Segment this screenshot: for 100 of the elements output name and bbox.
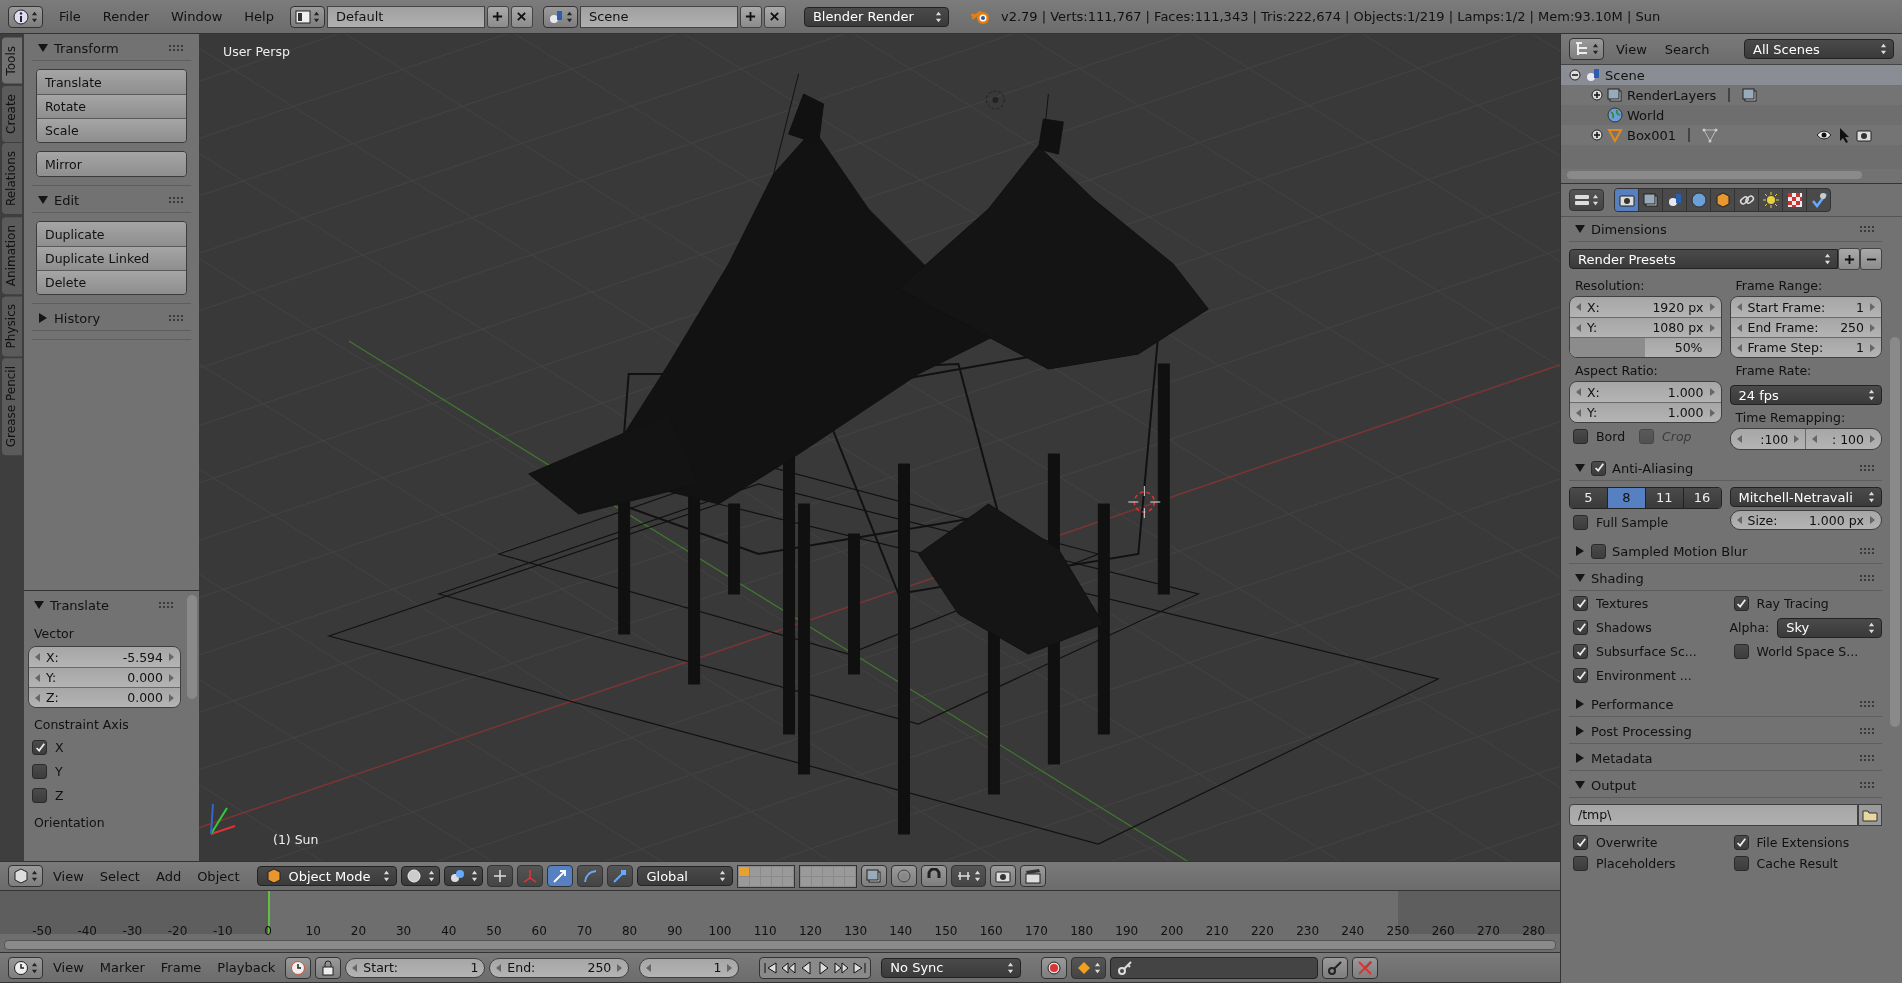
increment-arrow-icon[interactable] xyxy=(1870,516,1875,524)
number-field[interactable]: : 100 xyxy=(1805,429,1881,449)
decrement-arrow-icon[interactable] xyxy=(496,963,502,972)
keying-set-field[interactable] xyxy=(1110,956,1319,979)
panel-title[interactable]: Dimensions xyxy=(1591,221,1667,237)
panel-title[interactable]: Sampled Motion Blur xyxy=(1612,543,1748,559)
delete-keyframe-button[interactable] xyxy=(1352,956,1379,979)
manipulator-toggle[interactable] xyxy=(487,865,514,887)
drag-grip-icon[interactable] xyxy=(1860,226,1874,232)
snap-button[interactable] xyxy=(921,865,948,887)
folder-browse-button[interactable] xyxy=(1858,804,1882,826)
layers-icon[interactable] xyxy=(1742,87,1759,103)
tool-button[interactable]: Rotate xyxy=(37,94,186,118)
collapse-triangle-icon[interactable] xyxy=(34,600,44,610)
drag-grip-icon[interactable] xyxy=(1860,701,1874,707)
tool-button[interactable]: Duplicate xyxy=(37,222,186,246)
increment-arrow-icon[interactable] xyxy=(169,653,174,661)
checkbox[interactable] xyxy=(1591,460,1606,476)
checkbox[interactable] xyxy=(1573,835,1588,850)
delete-scene-button[interactable] xyxy=(763,5,786,28)
drag-grip-icon[interactable] xyxy=(169,45,183,51)
expand-triangle-icon[interactable] xyxy=(1575,699,1585,709)
lock-button[interactable] xyxy=(315,956,342,979)
sample-count-button[interactable]: 8 xyxy=(1606,488,1645,508)
drag-grip-icon[interactable] xyxy=(1860,548,1874,554)
tool-button[interactable]: Delete xyxy=(37,270,186,294)
checkbox[interactable] xyxy=(1573,515,1588,530)
decrement-arrow-icon[interactable] xyxy=(1736,435,1742,443)
number-field[interactable]: Y: 0.000 xyxy=(29,667,180,687)
decrement-arrow-icon[interactable] xyxy=(35,653,40,661)
increment-arrow-icon[interactable] xyxy=(169,693,174,702)
editor-type-button[interactable] xyxy=(1569,38,1604,60)
camera-icon[interactable] xyxy=(1856,127,1872,143)
number-field[interactable]: Y: 1.000 xyxy=(1570,402,1721,422)
sync-mode-dropdown[interactable]: No Sync xyxy=(881,957,1022,978)
drag-grip-icon[interactable] xyxy=(1860,782,1874,788)
number-field[interactable]: X: 1920 px xyxy=(1570,297,1721,317)
collapse-triangle-icon[interactable] xyxy=(1575,463,1585,473)
outliner-row[interactable]: Scene xyxy=(1561,65,1902,85)
scrollbar[interactable] xyxy=(1890,337,1900,727)
expand-icon[interactable] xyxy=(1591,89,1603,101)
decrement-arrow-icon[interactable] xyxy=(1576,303,1581,311)
increment-arrow-icon[interactable] xyxy=(1709,388,1715,396)
preview-range-button[interactable] xyxy=(285,956,312,979)
end-frame-field[interactable]: End: 250 xyxy=(489,957,630,978)
menu-item[interactable]: Object xyxy=(191,868,246,884)
record-button[interactable] xyxy=(1041,956,1068,979)
interaction-mode-dropdown[interactable]: Object Mode xyxy=(257,866,398,886)
render-engine-dropdown[interactable]: Blender Render xyxy=(803,6,949,27)
display-mode-dropdown[interactable]: All Scenes xyxy=(1744,39,1894,59)
start-frame-field[interactable]: Start: 1 xyxy=(345,957,486,978)
lock-layers-button[interactable] xyxy=(861,865,888,887)
checkbox[interactable] xyxy=(1573,620,1588,635)
checkbox[interactable] xyxy=(32,764,47,779)
menu-item[interactable]: Frame xyxy=(154,960,208,975)
panel-title[interactable]: Post Processing xyxy=(1591,723,1692,739)
panel-title[interactable]: Transform xyxy=(54,40,119,56)
sample-count-button[interactable]: 16 xyxy=(1682,488,1721,508)
panel-title[interactable]: Edit xyxy=(54,192,80,208)
expand-icon[interactable] xyxy=(1591,129,1603,141)
3d-viewport[interactable]: User Persp (1) Sun xyxy=(199,34,1560,861)
info-editor-button[interactable] xyxy=(8,5,43,28)
checkbox[interactable] xyxy=(32,740,47,755)
panel-title[interactable]: Metadata xyxy=(1591,750,1653,766)
checkbox[interactable] xyxy=(1573,644,1588,659)
tool-button[interactable]: Mirror xyxy=(37,152,186,176)
decrement-arrow-icon[interactable] xyxy=(1576,323,1581,332)
menu-item[interactable]: View xyxy=(47,960,90,975)
increment-arrow-icon[interactable] xyxy=(617,963,623,972)
checkbox[interactable] xyxy=(1733,835,1749,850)
increment-arrow-icon[interactable] xyxy=(1870,435,1875,443)
increment-arrow-icon[interactable] xyxy=(1870,303,1875,311)
collapse-triangle-icon[interactable] xyxy=(38,195,48,205)
drag-grip-icon[interactable] xyxy=(1860,465,1874,471)
increment-arrow-icon[interactable] xyxy=(1709,408,1715,417)
resolution-percentage-slider[interactable]: 50% xyxy=(1570,337,1721,357)
decrement-arrow-icon[interactable] xyxy=(35,693,40,702)
drag-grip-icon[interactable] xyxy=(169,315,183,321)
scrollbar[interactable] xyxy=(1567,171,1862,179)
scene-type-button[interactable] xyxy=(542,5,578,28)
checkbox[interactable] xyxy=(1733,644,1749,659)
collapse-icon[interactable] xyxy=(1569,69,1581,81)
collapse-triangle-icon[interactable] xyxy=(38,43,48,53)
number-field[interactable]: Size: 1.000 px xyxy=(1729,510,1882,530)
add-layout-button[interactable] xyxy=(486,5,509,28)
decrement-arrow-icon[interactable] xyxy=(1736,303,1742,311)
render-opengl-button[interactable] xyxy=(990,865,1017,887)
proportional-edit-button[interactable] xyxy=(891,865,918,887)
increment-arrow-icon[interactable] xyxy=(727,963,733,972)
number-field[interactable]: X: -5.594 xyxy=(29,647,180,667)
outliner-row[interactable]: Box001 xyxy=(1561,125,1902,145)
checkbox[interactable] xyxy=(1573,596,1588,611)
layer-grid[interactable] xyxy=(799,864,858,888)
panel-title[interactable]: Translate xyxy=(50,597,110,613)
collapse-triangle-icon[interactable] xyxy=(1575,780,1585,790)
jump-to-end-icon[interactable] xyxy=(852,959,869,976)
decrement-arrow-icon[interactable] xyxy=(1576,408,1581,417)
menu-item[interactable]: Window xyxy=(165,9,229,24)
checkbox[interactable] xyxy=(1573,429,1588,444)
sample-count-button[interactable]: 5 xyxy=(1570,488,1607,508)
